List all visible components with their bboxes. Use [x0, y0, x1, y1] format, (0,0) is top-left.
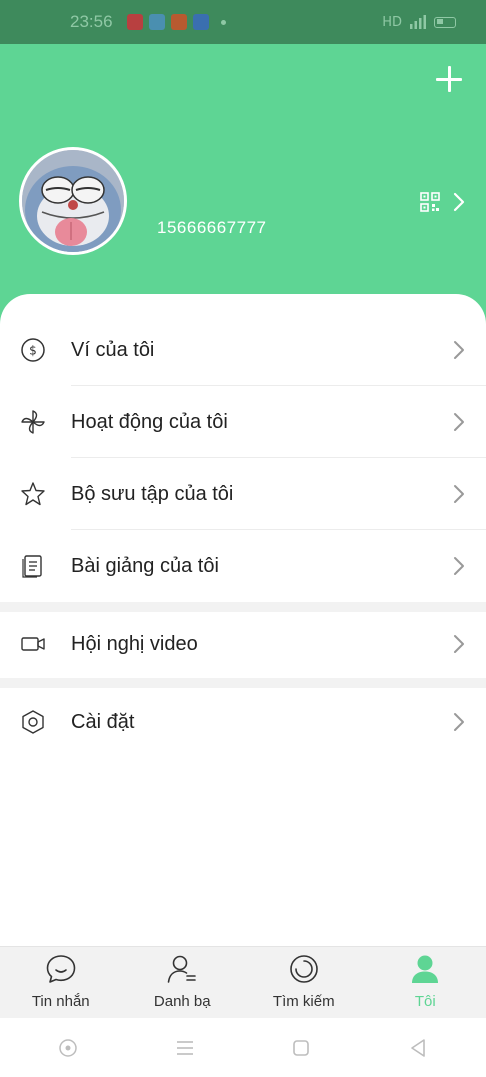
- system-nav-bar: [0, 1018, 486, 1077]
- back-icon[interactable]: [407, 1037, 429, 1059]
- plus-icon[interactable]: [436, 66, 462, 92]
- menu-item-video-conference[interactable]: Hội nghị video: [0, 608, 486, 680]
- notification-app-icon: [170, 14, 187, 30]
- discover-icon: [289, 955, 318, 983]
- menu-icon[interactable]: [174, 1037, 196, 1059]
- menu-item-wallet[interactable]: $ Ví của tôi: [0, 314, 486, 386]
- tab-label: Tôi: [414, 993, 436, 1010]
- tab-search[interactable]: Tìm kiếm: [243, 947, 365, 1018]
- network-label: HD: [382, 14, 402, 30]
- status-time: 23:56: [70, 12, 113, 31]
- video-camera-icon: [21, 637, 45, 651]
- chevron-right-icon: [454, 485, 464, 503]
- notification-icons: [126, 14, 226, 30]
- menu-item-label: Cài đặt: [71, 710, 135, 733]
- wallet-coin-icon: $: [21, 338, 45, 362]
- hexagon-settings-icon: [22, 710, 44, 734]
- tab-messages[interactable]: Tin nhắn: [0, 947, 122, 1018]
- menu-item-label: Ví của tôi: [71, 338, 155, 361]
- menu-item-settings[interactable]: Cài đặt: [0, 686, 486, 758]
- profile-header: 15666667777: [0, 44, 486, 334]
- chevron-right-icon: [454, 341, 464, 359]
- notification-app-icon: [126, 14, 143, 30]
- menu-item-label: Bộ sưu tập của tôi: [71, 482, 234, 505]
- chevron-right-icon[interactable]: [452, 191, 466, 213]
- tab-me[interactable]: Tôi: [365, 947, 486, 1018]
- menu-item-collection[interactable]: Bộ sưu tập của tôi: [0, 458, 486, 530]
- notification-app-icon: [148, 14, 165, 30]
- tab-label: Danh bạ: [153, 993, 211, 1010]
- star-icon: [21, 482, 45, 506]
- tab-label: Tìm kiếm: [272, 993, 335, 1010]
- menu-card: $ Ví của tôi Hoạt động của tôi Bộ sưu tậ…: [0, 294, 486, 946]
- menu-item-lectures[interactable]: Bài giảng của tôi: [0, 530, 486, 602]
- person-icon: [412, 955, 439, 983]
- contacts-icon: [167, 955, 197, 983]
- svg-text:$: $: [29, 344, 37, 358]
- phone-number: 15666667777: [157, 218, 267, 237]
- qr-code-icon[interactable]: [420, 192, 440, 212]
- tab-label: Tin nhắn: [31, 993, 90, 1010]
- chevron-right-icon: [454, 635, 464, 653]
- menu-item-activity[interactable]: Hoạt động của tôi: [0, 386, 486, 458]
- chevron-right-icon: [454, 713, 464, 731]
- battery-icon: [434, 16, 456, 28]
- chevron-right-icon: [454, 557, 464, 575]
- avatar-image: [22, 150, 124, 252]
- chevron-right-icon: [454, 413, 464, 431]
- more-notifications-dot: [220, 19, 226, 25]
- chat-bubble-icon: [46, 955, 76, 983]
- tab-contacts[interactable]: Danh bạ: [122, 947, 244, 1018]
- avatar[interactable]: [19, 147, 127, 255]
- menu-item-label: Bài giảng của tôi: [71, 554, 219, 577]
- signal-icon: [410, 15, 426, 29]
- document-icon: [22, 555, 42, 578]
- bottom-tab-bar: Tin nhắn Danh bạ Tìm kiếm Tôi: [0, 946, 486, 1018]
- menu-item-label: Hoạt động của tôi: [71, 410, 228, 433]
- pinwheel-icon: [21, 410, 45, 434]
- status-right: HD: [382, 15, 456, 30]
- menu-item-label: Hội nghị video: [71, 632, 198, 655]
- assistant-icon[interactable]: [57, 1037, 79, 1059]
- notification-app-icon: [192, 14, 209, 30]
- status-bar: 23:56 HD: [0, 0, 486, 44]
- home-icon[interactable]: [290, 1037, 312, 1059]
